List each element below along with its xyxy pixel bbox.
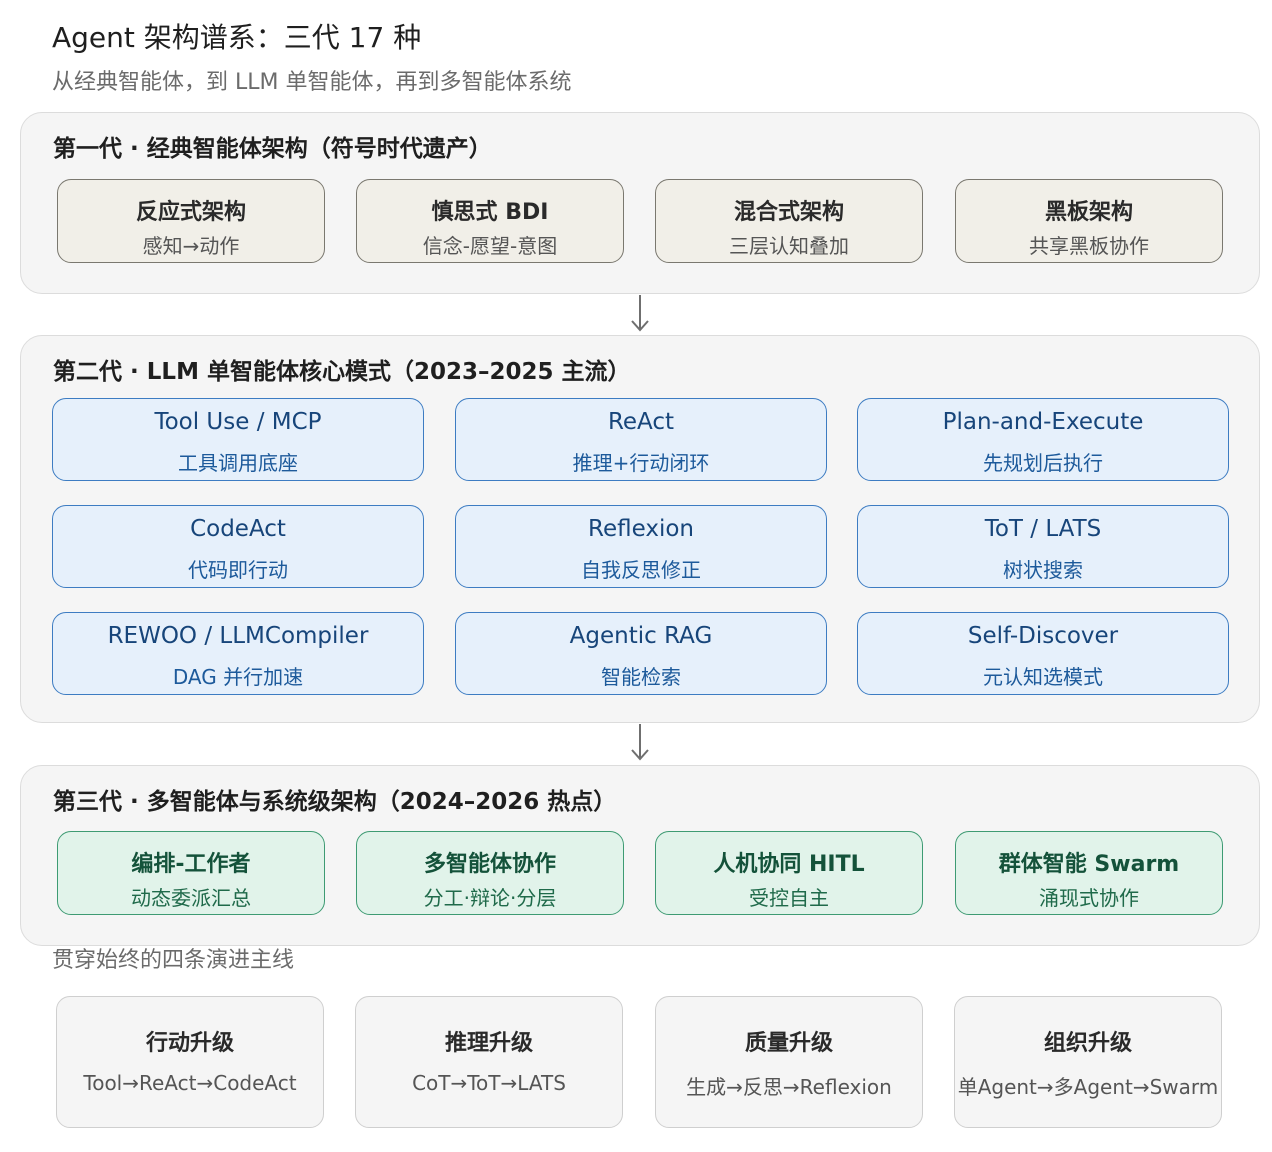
card-name: Self-Discover <box>967 623 1119 649</box>
card-name: CodeAct <box>190 516 286 542</box>
card-desc: 动态委派汇总 <box>131 886 251 910</box>
card-name: Agentic RAG <box>569 623 713 649</box>
gen2-card-self-discover: Self-Discover 元认知选模式 <box>857 612 1229 695</box>
card-desc: 元认知选模式 <box>983 665 1103 689</box>
card-name: 组织升级 <box>1043 1031 1132 1056</box>
gen2-card-plan-execute: Plan-and-Execute 先规划后执行 <box>857 398 1229 481</box>
threads-label: 贯穿始终的四条演进主线 <box>52 948 295 973</box>
card-desc: DAG 并行加速 <box>172 665 304 689</box>
card-desc: 先规划后执行 <box>983 451 1103 475</box>
card-name: 质量升级 <box>744 1031 833 1056</box>
gen3-panel: 第三代 · 多智能体与系统级架构（2024–2026 热点） 编排-工作者 动态… <box>20 765 1260 946</box>
page-title: Agent 架构谱系：三代 17 种 <box>52 21 422 54</box>
card-desc: Tool→ReAct→CodeAct <box>83 1071 297 1095</box>
card-name: Plan-and-Execute <box>942 409 1144 435</box>
thread-card-quality: 质量升级 生成→反思→Reflexion <box>655 996 923 1128</box>
card-name: 编排-工作者 <box>131 852 251 877</box>
gen2-panel: 第二代 · LLM 单智能体核心模式（2023–2025 主流） Tool Us… <box>20 335 1260 723</box>
card-desc: 涌现式协作 <box>1039 886 1139 910</box>
card-desc: 代码即行动 <box>188 558 288 582</box>
gen1-card-blackboard: 黑板架构 共享黑板协作 <box>955 179 1223 263</box>
gen2-card-codeact: CodeAct 代码即行动 <box>52 505 424 588</box>
gen1-card-hybrid: 混合式架构 三层认知叠加 <box>655 179 923 263</box>
card-name: 反应式架构 <box>135 200 246 225</box>
card-name: 慎思式 BDI <box>431 200 549 225</box>
card-name: Reflexion <box>588 516 694 542</box>
card-desc: 三层认知叠加 <box>729 234 849 258</box>
card-name: 行动升级 <box>145 1031 234 1056</box>
card-desc: 自我反思修正 <box>581 558 701 582</box>
down-arrow-icon <box>631 724 649 761</box>
thread-card-action: 行动升级 Tool→ReAct→CodeAct <box>56 996 324 1128</box>
gen3-card-orchestrator: 编排-工作者 动态委派汇总 <box>57 831 325 915</box>
card-name: 群体智能 Swarm <box>998 852 1180 877</box>
gen2-card-tot-lats: ToT / LATS 树状搜索 <box>857 505 1229 588</box>
gen3-card-swarm: 群体智能 Swarm 涌现式协作 <box>955 831 1223 915</box>
gen1-panel: 第一代 · 经典智能体架构（符号时代遗产） 反应式架构 感知→动作 慎思式 BD… <box>20 112 1260 294</box>
gen2-title: 第二代 · LLM 单智能体核心模式（2023–2025 主流） <box>53 359 631 385</box>
card-name: 人机协同 HITL <box>713 852 865 877</box>
card-name: REWOO / LLMCompiler <box>107 623 369 649</box>
card-desc: 受控自主 <box>749 886 829 910</box>
card-desc: 单Agent→多Agent→Swarm <box>957 1075 1219 1099</box>
card-desc: 感知→动作 <box>142 234 240 258</box>
gen2-card-reflexion: Reflexion 自我反思修正 <box>455 505 827 588</box>
card-desc: 信念-愿望-意图 <box>422 234 558 258</box>
gen2-card-tooluse: Tool Use / MCP 工具调用底座 <box>52 398 424 481</box>
gen1-card-bdi: 慎思式 BDI 信念-愿望-意图 <box>356 179 624 263</box>
card-name: 多智能体协作 <box>423 852 556 877</box>
gen1-title: 第一代 · 经典智能体架构（符号时代遗产） <box>53 136 492 162</box>
card-desc: 树状搜索 <box>1003 558 1083 582</box>
card-desc: 分工·辩论·分层 <box>423 886 557 910</box>
thread-card-reasoning: 推理升级 CoT→ToT→LATS <box>355 996 623 1128</box>
card-name: ReAct <box>607 409 675 435</box>
card-name: 推理升级 <box>444 1031 533 1056</box>
gen2-card-agentic-rag: Agentic RAG 智能检索 <box>455 612 827 695</box>
card-desc: 智能检索 <box>601 665 681 689</box>
gen2-card-react: ReAct 推理+行动闭环 <box>455 398 827 481</box>
card-desc: 推理+行动闭环 <box>572 451 710 475</box>
thread-card-organization: 组织升级 单Agent→多Agent→Swarm <box>954 996 1222 1128</box>
gen3-card-hitl: 人机协同 HITL 受控自主 <box>655 831 923 915</box>
gen1-card-reactive: 反应式架构 感知→动作 <box>57 179 325 263</box>
card-desc: 生成→反思→Reflexion <box>686 1075 892 1099</box>
card-desc: CoT→ToT→LATS <box>412 1071 566 1095</box>
card-name: Tool Use / MCP <box>154 409 322 435</box>
card-name: ToT / LATS <box>984 516 1102 542</box>
card-name: 黑板架构 <box>1044 200 1133 225</box>
card-name: 混合式架构 <box>733 200 844 225</box>
down-arrow-icon <box>631 295 649 332</box>
gen3-card-multi-agent: 多智能体协作 分工·辩论·分层 <box>356 831 624 915</box>
page-subtitle: 从经典智能体，到 LLM 单智能体，再到多智能体系统 <box>52 70 572 95</box>
card-desc: 共享黑板协作 <box>1029 234 1149 258</box>
gen3-title: 第三代 · 多智能体与系统级架构（2024–2026 热点） <box>53 789 617 815</box>
gen2-card-rewoo: REWOO / LLMCompiler DAG 并行加速 <box>52 612 424 695</box>
card-desc: 工具调用底座 <box>178 451 298 475</box>
